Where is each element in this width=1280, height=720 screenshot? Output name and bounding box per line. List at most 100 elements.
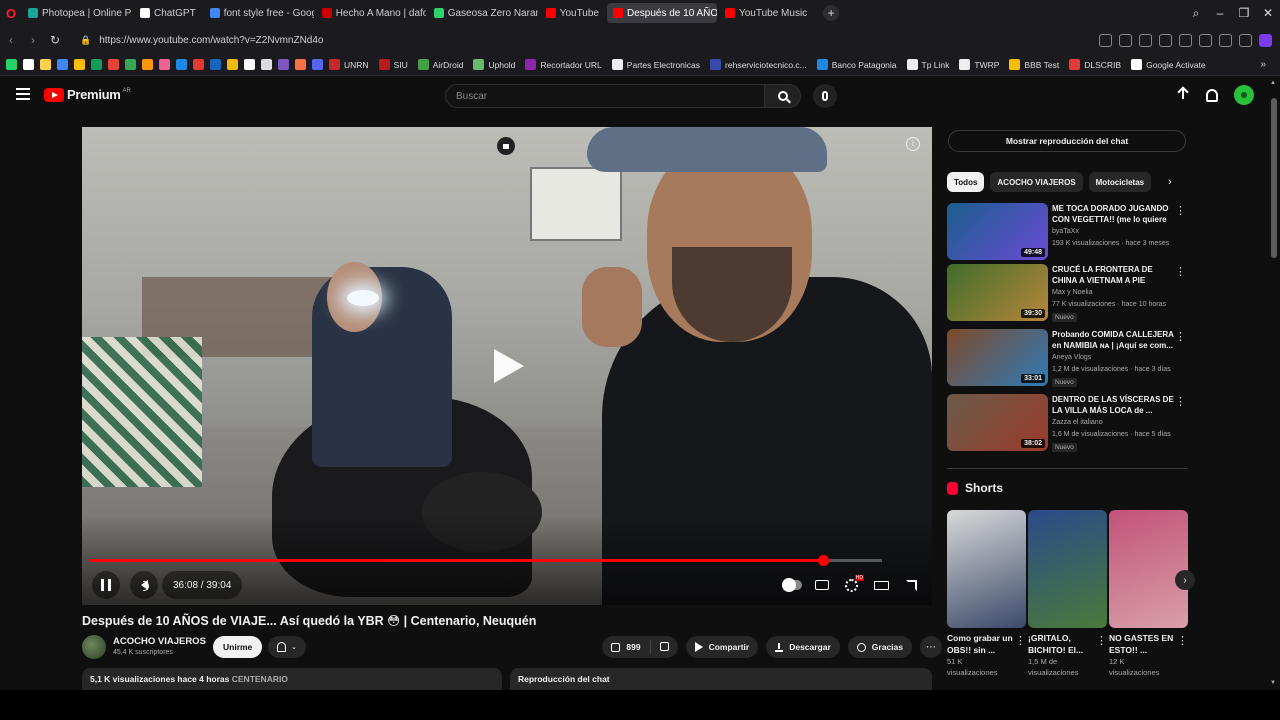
play-icon[interactable] — [1159, 33, 1172, 47]
bookmark-favicon-icon[interactable] — [295, 59, 306, 70]
short-thumbnail[interactable] — [947, 510, 1026, 628]
progress-bar[interactable] — [90, 555, 882, 566]
filter-chip[interactable]: Todos — [947, 172, 985, 192]
big-play-icon[interactable] — [494, 349, 524, 383]
browser-tab[interactable]: Después de 10 AÑOS de — [606, 3, 717, 23]
short-item[interactable]: Como grabar un OBS!! sin ... 51 Kvisualiz… — [947, 510, 1026, 678]
scrubber-handle[interactable] — [817, 555, 829, 566]
back-icon[interactable]: ‹ — [0, 33, 22, 47]
more-options-icon[interactable]: ⋮ — [1175, 395, 1186, 408]
bookmark-item[interactable]: BBB Test — [1009, 59, 1059, 70]
bookmark-favicon-icon[interactable] — [261, 59, 272, 70]
bookmark-item[interactable]: Partes Electronicas — [611, 59, 700, 70]
mute-button[interactable] — [130, 571, 158, 599]
maximize-icon[interactable]: ❐ — [1232, 6, 1256, 20]
bookmark-item[interactable]: DLSCRIB — [1069, 59, 1121, 70]
show-chat-replay-button[interactable]: Mostrar reproducción del chat — [948, 130, 1186, 152]
browser-tab[interactable]: Photopea | Online Photo E — [22, 3, 132, 23]
filter-chip[interactable]: Motocicletas — [1088, 172, 1152, 192]
bookmark-favicon-icon[interactable] — [176, 59, 187, 70]
browser-tab[interactable]: YouTube — [540, 3, 605, 23]
bookmark-item[interactable]: Tp Link — [906, 59, 949, 70]
more-options-icon[interactable]: ⋮ — [1175, 204, 1186, 217]
bookmark-favicon-icon[interactable] — [23, 59, 34, 70]
short-thumbnail[interactable] — [1109, 510, 1188, 628]
page-scrollbar[interactable]: ▲ ▼ — [1270, 80, 1278, 686]
recommended-channel[interactable]: Aneya Vlogs — [1052, 354, 1091, 361]
more-options-icon[interactable]: ⋮ — [1175, 330, 1186, 343]
recommended-video[interactable]: 49:48 ME TOCA DORADO JUGANDO CON VEGETTA!… — [947, 203, 1188, 261]
dislike-button[interactable] — [651, 641, 678, 653]
video-thumbnail[interactable]: 39:30 — [947, 264, 1048, 321]
recommended-video[interactable]: 39:30 CRUCÉ LA FRONTERA DE CHINA A VIETNA… — [947, 264, 1188, 322]
thanks-button[interactable]: Gracias — [847, 636, 912, 658]
video-thumbnail[interactable]: 49:48 — [947, 203, 1048, 260]
theater-mode-button[interactable] — [867, 571, 896, 599]
bookmark-favicon-icon[interactable] — [108, 59, 119, 70]
profile-icon[interactable] — [1259, 33, 1272, 47]
bookmark-item[interactable]: Recortador URL — [525, 59, 602, 70]
bookmark-favicon-icon[interactable] — [227, 59, 238, 70]
forward-icon[interactable]: › — [22, 33, 44, 47]
recommended-title[interactable]: DENTRO DE LAS VÍSCERAS DE LA VILLA MÁS L… — [1052, 394, 1174, 416]
notifications-button[interactable]: ⌄ — [268, 636, 306, 658]
voice-search-button[interactable] — [813, 84, 837, 108]
recommended-video[interactable]: 38:02 DENTRO DE LAS VÍSCERAS DE LA VILLA … — [947, 394, 1188, 452]
browser-tab[interactable]: ChatGPT — [134, 3, 202, 23]
short-item[interactable]: ¡GRITALO, BICHITO! El... 1,5 M de visualiz… — [1028, 510, 1107, 678]
opera-logo-icon[interactable]: O — [0, 0, 22, 26]
recommended-video[interactable]: 33:01 Probando COMIDA CALLEJERA en NAMIBI… — [947, 329, 1188, 387]
tab-search-icon[interactable]: ⌕ — [1184, 6, 1208, 21]
recommended-channel[interactable]: Max y Noelia — [1052, 289, 1092, 296]
search-button[interactable] — [765, 84, 801, 108]
bookmark-favicon-icon[interactable] — [210, 59, 221, 70]
bookmark-favicon-icon[interactable] — [312, 59, 323, 70]
bookmark-item[interactable]: Google Activate — [1131, 59, 1206, 70]
scroll-down-icon[interactable]: ▼ — [1270, 680, 1276, 686]
download-icon[interactable] — [1199, 33, 1212, 47]
zoom-icon[interactable] — [1099, 33, 1112, 47]
shorts-next-button[interactable]: › — [1175, 570, 1195, 590]
channel-avatar[interactable] — [82, 635, 106, 659]
video-thumbnail[interactable]: 33:01 — [947, 329, 1048, 386]
sidebar-icon[interactable] — [1239, 33, 1252, 47]
guide-menu-icon[interactable] — [16, 88, 30, 100]
video-player[interactable]: i 36:08 / 39:04 HD — [82, 127, 932, 605]
recommended-title[interactable]: Probando COMIDA CALLEJERA en NAMIBIA ɴᴀ … — [1052, 329, 1174, 351]
bookmark-item[interactable]: rehserviciotecnico.c... — [710, 59, 807, 70]
search-input[interactable] — [445, 84, 766, 108]
youtube-premium-logo[interactable]: Premium AR — [44, 87, 131, 102]
settings-button[interactable]: HD — [837, 571, 866, 599]
bookmark-favicon-icon[interactable] — [74, 59, 85, 70]
bookmark-item[interactable]: Uphold — [473, 59, 515, 70]
pause-button[interactable] — [92, 571, 120, 599]
recommended-title[interactable]: ME TOCA DORADO JUGANDO CON VEGETTA!! (me… — [1052, 203, 1174, 226]
more-options-icon[interactable]: ⋮ — [1096, 634, 1107, 647]
more-options-icon[interactable]: ⋮ — [1015, 634, 1026, 647]
channel-name[interactable]: ACOCHO VIAJEROS — [113, 636, 206, 647]
bookmarks-more-button[interactable]: » — [1260, 59, 1266, 70]
close-icon[interactable]: ✕ — [1256, 6, 1280, 20]
menu-icon[interactable] — [1219, 33, 1232, 47]
video-thumbnail[interactable]: 38:02 — [947, 394, 1048, 451]
bookmark-favicon-icon[interactable] — [142, 59, 153, 70]
browser-tab[interactable]: Hecho A Mano | dafont.co — [316, 3, 426, 23]
bookmark-favicon-icon[interactable] — [125, 59, 136, 70]
join-button[interactable]: Unirme — [213, 636, 263, 658]
browser-tab[interactable]: Gaseosa Zero Naranja 354 — [428, 3, 538, 23]
recommended-channel[interactable]: Zazza el italiano — [1052, 419, 1103, 426]
subtitles-button[interactable] — [807, 571, 836, 599]
download-button[interactable]: Descargar — [766, 636, 840, 658]
autoplay-toggle[interactable] — [777, 571, 806, 599]
browser-tab[interactable]: font style free - Google Se — [204, 3, 314, 23]
bookmark-item[interactable]: AirDroid — [417, 59, 463, 70]
bookmark-favicon-icon[interactable] — [57, 59, 68, 70]
scrollbar-thumb[interactable] — [1271, 98, 1277, 258]
share-button[interactable]: Compartir — [685, 636, 759, 658]
chips-next-icon[interactable]: › — [1168, 176, 1172, 188]
bookmark-favicon-icon[interactable] — [40, 59, 51, 70]
more-options-icon[interactable]: ⋮ — [1175, 265, 1186, 278]
like-button[interactable]: 899 — [602, 640, 651, 654]
new-tab-button[interactable]: + — [823, 5, 840, 21]
upload-icon[interactable] — [1176, 88, 1190, 102]
